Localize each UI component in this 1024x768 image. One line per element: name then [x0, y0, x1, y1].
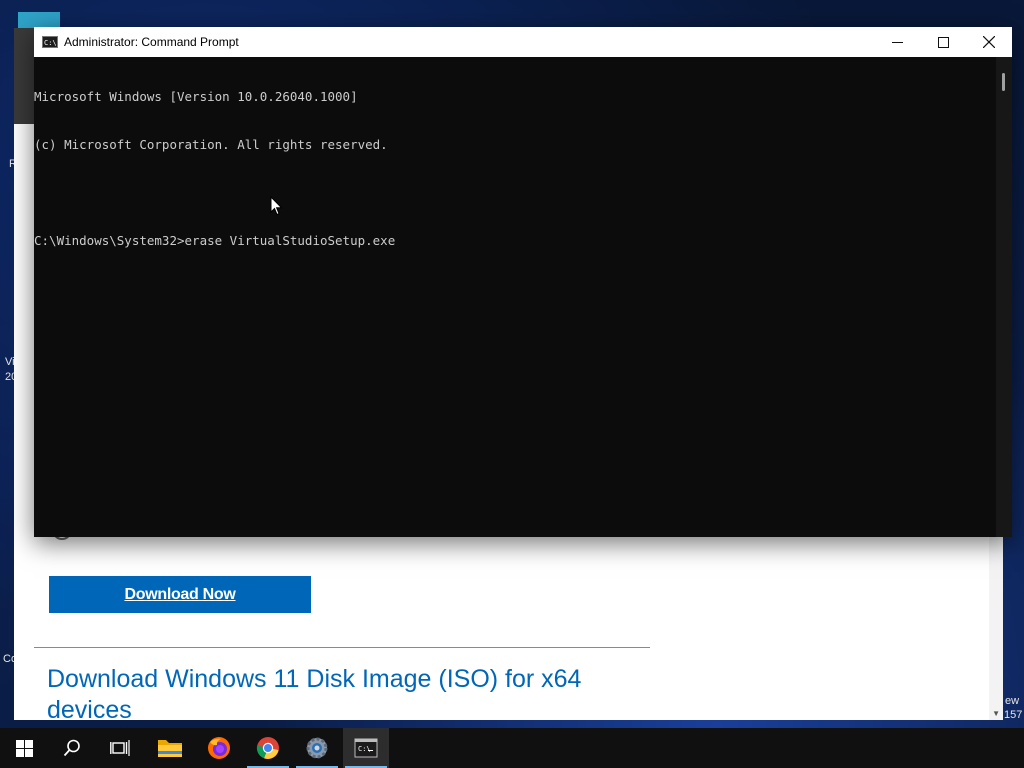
- desktop-label-fragment: ew: [1005, 695, 1020, 707]
- task-view-icon: [110, 740, 130, 756]
- task-view-button[interactable]: [97, 728, 143, 768]
- console-command-line[interactable]: C:\Windows\System32>erase VirtualStudioS…: [34, 233, 996, 249]
- section-heading: Download Windows 11 Disk Image (ISO) for…: [47, 665, 582, 724]
- maximize-button[interactable]: [920, 27, 966, 57]
- divider: [34, 647, 650, 648]
- search-icon: [63, 739, 80, 757]
- search-button[interactable]: [49, 728, 95, 768]
- chrome-icon: [256, 737, 279, 759]
- maximize-icon: [937, 36, 949, 48]
- firefox-icon: [208, 737, 230, 759]
- command-prompt-taskbar-button[interactable]: C:\: [343, 728, 389, 768]
- gear-icon: [306, 737, 328, 759]
- browser-tab-strip: [14, 28, 34, 124]
- svg-text:C:\: C:\: [358, 745, 371, 753]
- console-output[interactable]: Microsoft Windows [Version 10.0.26040.10…: [34, 57, 996, 537]
- windows-logo-icon: [15, 739, 33, 757]
- mouse-pointer-icon: [270, 196, 283, 216]
- command-prompt-window[interactable]: C:\ Administrator: Command Prompt Micros…: [34, 27, 1012, 537]
- scroll-down-arrow-icon[interactable]: ▼: [992, 709, 1000, 718]
- desktop-label-fragment: 157: [1004, 709, 1023, 721]
- taskbar: C:\: [0, 728, 1024, 768]
- folder-icon: [158, 740, 182, 757]
- console-line: Microsoft Windows [Version 10.0.26040.10…: [34, 89, 358, 104]
- firefox-button[interactable]: [196, 728, 242, 768]
- scrollbar-thumb[interactable]: [1002, 73, 1005, 91]
- terminal-icon: C:\: [354, 738, 378, 758]
- start-button[interactable]: [1, 728, 47, 768]
- console-line: (c) Microsoft Corporation. All rights re…: [34, 137, 388, 152]
- close-button[interactable]: [966, 27, 1012, 57]
- title-bar[interactable]: C:\ Administrator: Command Prompt: [34, 27, 1012, 57]
- minimize-button[interactable]: [874, 27, 920, 57]
- close-icon: [983, 36, 995, 48]
- minimize-icon: [891, 41, 903, 43]
- console-scrollbar[interactable]: [996, 57, 1012, 537]
- file-explorer-button[interactable]: [147, 728, 193, 768]
- chrome-button[interactable]: [245, 728, 291, 768]
- download-now-button[interactable]: Download Now: [49, 576, 311, 613]
- settings-button[interactable]: [294, 728, 340, 768]
- window-title: Administrator: Command Prompt: [64, 35, 239, 49]
- cmd-app-icon: C:\: [42, 36, 58, 48]
